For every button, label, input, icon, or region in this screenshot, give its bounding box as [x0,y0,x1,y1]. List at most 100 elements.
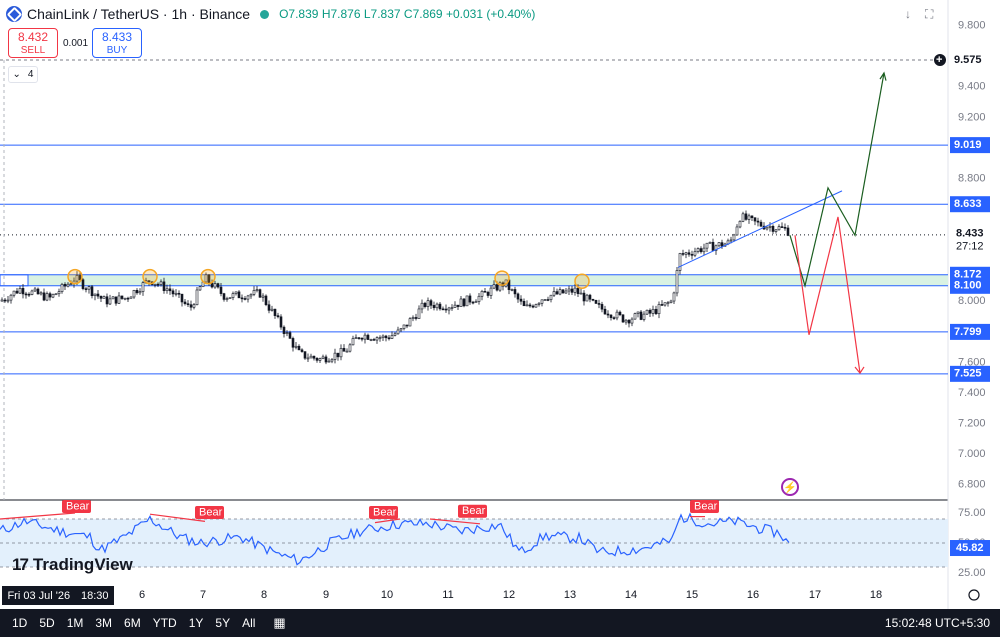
candle-body [372,339,376,341]
indicators-toggle[interactable]: ⌄ 4 [8,66,38,83]
range-5d[interactable]: 5D [39,616,54,630]
candle-body [747,215,751,220]
level-price-tag: 9.019 [954,139,982,151]
symbol-header: ChainLink / TetherUS · 1h · Binance O7.8… [6,4,535,24]
flash-icon[interactable]: ⚡ [781,478,799,496]
candle-body [405,324,409,327]
range-1y[interactable]: 1Y [189,616,204,630]
trend-line [677,190,843,268]
candle-body [153,283,157,286]
candle-body [522,300,526,307]
candle-body [315,357,319,361]
candle-body [489,287,493,296]
candle-body [639,311,643,320]
candle-body [306,357,310,360]
candle-body [120,295,124,299]
chart-controls: ↓ ⛶ [905,7,933,22]
candle-body [279,316,283,328]
candle-body [528,304,532,307]
resistance-touch-marker [142,268,158,285]
candle-body [690,254,694,256]
candle-body [474,301,478,303]
candle-body [567,288,571,292]
candle-body [60,284,64,292]
candle-body [336,352,340,358]
candle-body [531,305,535,308]
candle-body [705,242,709,249]
chart-canvas[interactable]: 9.8009.4009.2008.8008.4008.0007.6007.400… [0,0,1000,637]
calendar-icon[interactable]: ▦ [273,615,285,631]
candle-body [318,358,322,361]
candle-body [159,281,163,285]
candle-body [672,292,676,302]
candle-body [663,302,667,306]
candle-body [753,217,757,222]
chainlink-logo-icon [6,6,22,22]
symbol-title[interactable]: ChainLink / TetherUS · 1h · Binance [27,6,250,22]
candle-body [240,297,244,300]
candle-body [129,296,133,299]
candle-body [480,290,484,297]
candle-body [135,290,139,294]
range-1d[interactable]: 1D [12,616,27,630]
time-axis-label: 6 [139,589,145,601]
bear-label: Bear [462,505,486,517]
candle-body [774,229,778,232]
candle-body [495,284,499,291]
candle-body [249,294,253,297]
candle-body [702,247,706,253]
candle-body [378,337,382,339]
candle-body [117,295,121,304]
candle-body [477,295,481,302]
candle-body [492,284,496,289]
sell-button[interactable]: 8.432 SELL [8,28,58,58]
candle-body [282,326,286,334]
candle-body [681,253,685,255]
bar-countdown: 27:12 [956,241,984,253]
candle-body [192,304,196,308]
candle-body [537,302,541,305]
candle-body [597,303,601,305]
buy-button[interactable]: 8.433 BUY [92,28,142,58]
range-all[interactable]: All [242,616,255,630]
candle-body [18,288,22,294]
candle-body [660,304,664,306]
chevron-down-icon[interactable]: ↓ [905,7,911,22]
range-ytd[interactable]: YTD [153,616,177,630]
candle-body [126,297,130,300]
buy-label: BUY [106,45,128,56]
candle-body [345,350,349,353]
time-axis-label: 7 [200,589,206,601]
candle-body [456,304,460,307]
candle-body [630,318,634,324]
plus-circle-glyph: + [936,54,942,66]
candle-body [408,318,412,327]
candle-body [84,288,88,290]
candle-body [783,226,787,229]
candle-body [450,307,454,309]
candle-body [27,293,31,296]
bear-divergence-line [0,512,76,520]
crosshair-time: 18:30 [81,589,109,602]
candle-body [114,296,118,304]
range-3m[interactable]: 3M [95,616,112,630]
candle-body [225,298,229,300]
range-1m[interactable]: 1M [67,616,84,630]
candle-body [615,311,619,319]
range-6m[interactable]: 6M [124,616,141,630]
candle-body [687,252,691,255]
candle-body [12,290,16,296]
candle-body [258,289,262,298]
candle-body [132,290,136,298]
candle-body [636,311,640,314]
utc-clock[interactable]: 15:02:48 UTC+5:30 [885,616,990,630]
candle-body [591,298,595,301]
range-5y[interactable]: 5Y [215,616,230,630]
candle-body [357,337,361,339]
fullscreen-icon[interactable]: ⛶ [925,7,933,22]
candle-body [63,284,67,287]
candle-body [57,291,61,295]
candle-body [549,294,553,300]
candle-body [519,298,523,302]
candle-body [243,298,247,300]
